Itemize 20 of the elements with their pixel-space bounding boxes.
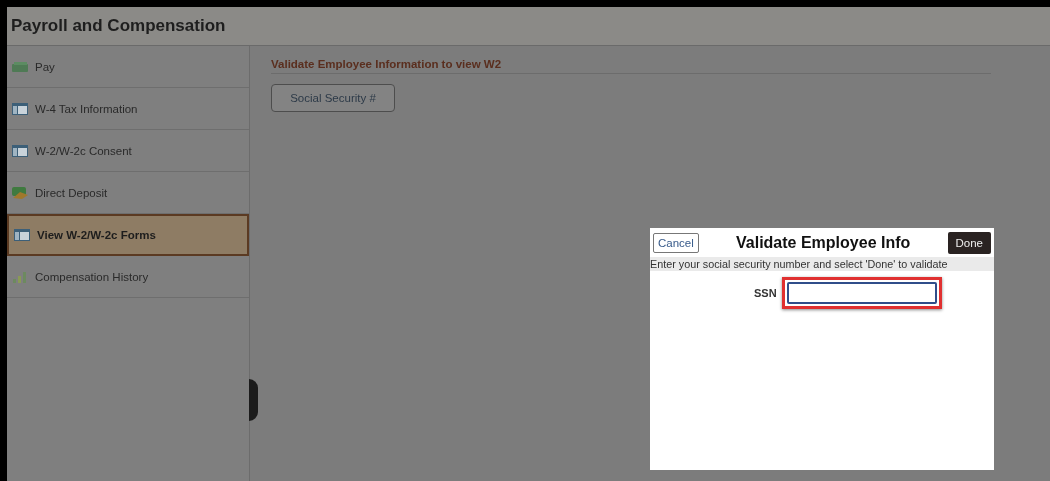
instruction-text: Enter your social security number and select 'Done' to validate: [650, 257, 994, 271]
page-title: Payroll and Compensation: [11, 16, 226, 36]
sidebar-item[interactable]: Pay: [7, 46, 249, 88]
chart-icon: [11, 269, 29, 284]
collapse-handle[interactable]: [249, 379, 258, 421]
social-security-button[interactable]: Social Security #: [271, 84, 395, 112]
section-heading: Validate Employee Information to view W2: [271, 58, 991, 74]
sidebar-item[interactable]: W-2/W-2c Consent: [7, 130, 249, 172]
dialog-title: Validate Employee Info: [736, 234, 911, 252]
cancel-button[interactable]: Cancel: [653, 233, 699, 253]
money-icon: [11, 59, 29, 74]
field-label: SSN: [754, 287, 777, 299]
deposit-icon: [11, 185, 29, 200]
window-icon: [11, 143, 29, 158]
sidebar-item[interactable]: W-4 Tax Information: [7, 88, 249, 130]
window-icon: [13, 228, 31, 242]
window-icon: [11, 101, 29, 116]
sidebar-item[interactable]: Compensation History: [7, 256, 249, 298]
sidebar-item[interactable]: View W-2/W-2c Forms: [7, 214, 249, 256]
done-button[interactable]: Done: [947, 232, 991, 254]
